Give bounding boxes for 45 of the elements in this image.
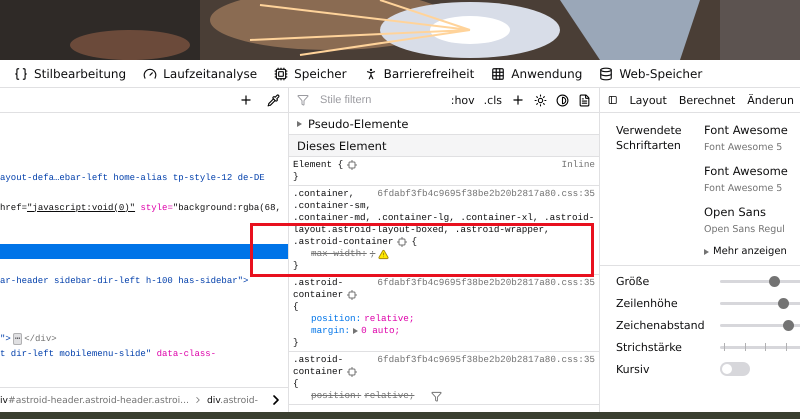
control-label: Größe: [616, 274, 650, 288]
font-detail: Font Awesome 5: [704, 183, 784, 194]
property-name: position:: [311, 313, 362, 325]
css-rule: Element { Inline }: [289, 157, 599, 186]
markup-line[interactable]: t dir-left mobilemenu-slide" data-class-: [0, 346, 288, 362]
devtools-tab[interactable]: Laufzeitanalyse: [143, 66, 258, 80]
panel-tab[interactable]: Layout: [629, 94, 667, 106]
control-label: Strichstärke: [616, 340, 683, 354]
font-detail: Open Sans Regul: [704, 224, 786, 235]
section-title[interactable]: Pseudo-Elemente: [308, 116, 408, 130]
control-label: Kursiv: [616, 362, 650, 376]
toggle-link[interactable]: .cls: [484, 94, 502, 106]
font-detail: Font Awesome 5: [704, 142, 784, 153]
property-name: margin:: [311, 325, 350, 337]
devtools-tab[interactable]: Anwendung: [491, 66, 582, 80]
property-value: 0 auto;: [361, 325, 400, 337]
devtools-tab[interactable]: Speicher: [274, 66, 347, 80]
property-name: position:: [311, 390, 362, 402]
markup-line[interactable]: "> ⋯ </div>: [0, 332, 288, 346]
css-rule: .astroid- 6fdabf3fb4c9695f38be2b20b2817a80.css:35 container { position: relative; margin: 0 auto; }: [289, 275, 599, 352]
panel-tab[interactable]: Änderun: [747, 94, 794, 106]
devtools-tab[interactable]: Barrierefreiheit: [364, 66, 474, 80]
font-name: Font Awesome: [704, 164, 788, 178]
css-rule: .astroid- 6fdabf3fb4c9695f38be2b20b2817a80.css:35 container { position: relative;: [289, 352, 599, 405]
property-value: ;: [370, 248, 376, 260]
breadcrumb[interactable]: div.astroid-: [206, 394, 258, 406]
panel-tab[interactable]: Berechnet: [678, 94, 736, 106]
show-more-link[interactable]: Mehr anzeigen: [713, 246, 787, 257]
font-name: Font Awesome: [704, 123, 788, 137]
fonts-label: Verwendete Schriftarten: [616, 123, 683, 154]
property-value: relative;: [364, 390, 414, 402]
css-rule: .container, 6fdabf3fb4c9695f38be2b20b2817a80.css:35 .container-sm, .container-md, .container-lg, .container-xl, .astroid- layout.astroid-layout-boxed, .astroid-wrapper, .astroid-container { max-width: ; }: [289, 186, 599, 275]
breadcrumb[interactable]: iv#astroid-header.astroid-header.astroi...: [0, 394, 189, 406]
property-value: relative;: [364, 313, 414, 325]
devtools-tab[interactable]: Stilbearbeitung: [14, 66, 126, 80]
toggle-link[interactable]: :hov: [450, 94, 475, 106]
markup-line[interactable]: href="javascript:void(0)" style="background:rgba(68,: [0, 200, 288, 216]
control-label: Zeichenabstand: [616, 318, 706, 332]
property-name: max-width:: [311, 248, 367, 260]
devtools-tab[interactable]: Web-Speicher: [599, 66, 702, 80]
control-label: Zeilenhöhe: [616, 296, 679, 310]
section-title: Dieses Element: [297, 138, 386, 152]
markup-line[interactable]: ar-header sidebar-dir-left h-100 has-sidebar">: [0, 274, 288, 288]
markup-line[interactable]: ayout-defa…ebar-left home-alias tp-style-12 de-DE: [0, 171, 288, 186]
font-name: Open Sans: [704, 205, 767, 219]
